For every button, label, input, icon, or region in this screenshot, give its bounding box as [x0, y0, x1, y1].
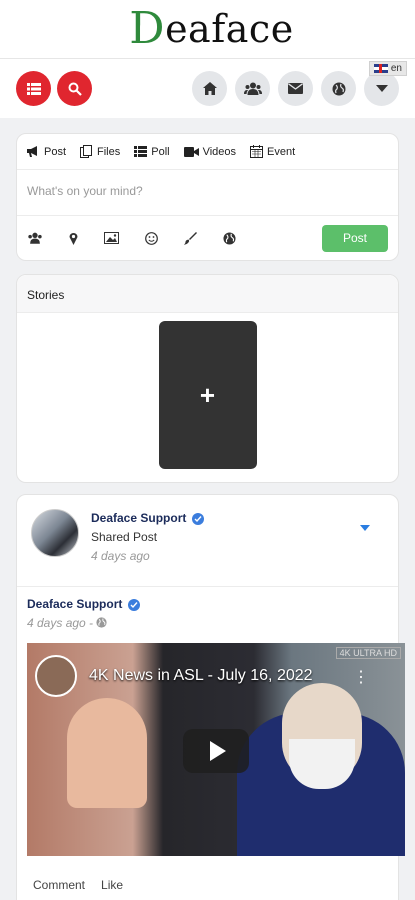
hand-icon — [140, 15, 151, 41]
video-player[interactable]: 4K News in ASL - July 16, 2022 ⋮ 4K ULTR… — [27, 643, 405, 856]
calendar-icon — [250, 145, 264, 158]
verified-icon — [192, 512, 205, 525]
post-time[interactable]: 4 days ago — [91, 547, 204, 566]
more-button[interactable] — [364, 71, 399, 106]
caret-down-icon — [375, 84, 388, 92]
plus-icon: + — [199, 379, 216, 410]
brush-icon[interactable] — [184, 231, 197, 245]
location-icon[interactable] — [69, 232, 78, 245]
status-input[interactable]: What's on your mind? — [17, 170, 398, 216]
shared-author[interactable]: Deaface Support — [27, 595, 388, 614]
home-icon — [202, 82, 217, 95]
composer-card: Post Files Poll Videos Event What's on y… — [16, 133, 399, 261]
video-icon — [183, 146, 199, 157]
type-videos-label: Videos — [202, 145, 237, 158]
emoji-icon[interactable] — [145, 231, 158, 245]
shared-author-name: Deaface Support — [27, 597, 123, 611]
video-title[interactable]: 4K News in ASL - July 16, 2022 — [89, 667, 313, 685]
type-poll-label: Poll — [151, 145, 170, 158]
messages-button[interactable] — [278, 71, 313, 106]
top-nav: en — [0, 58, 415, 118]
composer-tools: Post — [17, 216, 398, 260]
nav-actions — [192, 71, 399, 106]
stories-card: Stories + — [16, 274, 399, 483]
type-event-label: Event — [267, 145, 296, 158]
type-videos[interactable]: Videos — [183, 145, 237, 158]
logo-text: eaface — [165, 7, 294, 51]
shared-time: 4 days ago - — [27, 614, 388, 633]
users-icon[interactable] — [27, 232, 43, 244]
post-meta: Deaface Support Shared Post 4 days ago — [91, 509, 205, 572]
stories-section: Stories + — [0, 274, 415, 483]
video-menu-icon[interactable]: ⋮ — [353, 667, 369, 687]
post-header: Deaface Support Shared Post 4 days ago — [17, 495, 398, 587]
video-hd-badge: 4K ULTRA HD — [335, 647, 401, 659]
search-icon — [68, 82, 82, 96]
mail-icon — [288, 83, 303, 94]
logo-initial: D — [129, 7, 165, 51]
users-icon — [243, 82, 262, 95]
post-actions: Comment Like — [17, 878, 398, 892]
globe-icon — [332, 82, 345, 95]
type-event[interactable]: Event — [250, 145, 295, 158]
language-selector[interactable]: en — [368, 61, 407, 76]
type-post[interactable]: Post — [27, 146, 66, 158]
friends-button[interactable] — [235, 71, 270, 106]
menu-button[interactable] — [16, 71, 51, 106]
home-button[interactable] — [192, 71, 227, 106]
add-story-button[interactable]: + — [158, 321, 257, 469]
post-card: Deaface Support Shared Post 4 days ago D… — [16, 494, 405, 900]
search-button[interactable] — [57, 71, 92, 106]
post-author-name: Deaface Support — [91, 511, 187, 525]
logo[interactable]: D eaface — [129, 7, 294, 52]
type-files-label: Files — [97, 145, 121, 158]
poll-icon — [134, 146, 148, 157]
files-icon — [80, 145, 93, 158]
list-icon — [26, 82, 41, 95]
globe-icon[interactable] — [223, 231, 236, 245]
image-icon[interactable] — [104, 232, 119, 244]
composer-section: Post Files Poll Videos Event What's on y… — [0, 133, 415, 262]
feed-post: Deaface Support Shared Post 4 days ago D… — [0, 494, 415, 900]
globe-icon — [96, 617, 107, 628]
post-button[interactable]: Post — [322, 224, 388, 252]
avatar[interactable] — [31, 509, 79, 557]
post-type-bar: Post Files Poll Videos Event — [17, 134, 398, 170]
channel-avatar[interactable] — [35, 655, 77, 697]
post-author[interactable]: Deaface Support — [91, 509, 205, 528]
logo-bar: D eaface — [0, 0, 415, 58]
verified-icon — [128, 598, 141, 611]
comment-button[interactable]: Comment — [33, 878, 85, 892]
type-poll[interactable]: Poll — [134, 145, 170, 158]
post-kind: Shared Post — [91, 530, 158, 544]
like-button[interactable]: Like — [101, 878, 123, 892]
post-button-label: Post — [342, 231, 367, 245]
shared-time-text[interactable]: 4 days ago - — [27, 616, 93, 630]
megaphone-icon — [27, 146, 37, 157]
post-options-caret-icon[interactable] — [360, 525, 370, 531]
type-post-label: Post — [44, 145, 67, 158]
video-frame-person-left — [67, 698, 147, 808]
play-button[interactable] — [183, 729, 249, 773]
type-files[interactable]: Files — [80, 145, 120, 158]
shared-post: Deaface Support 4 days ago - — [17, 587, 398, 633]
globe-button[interactable] — [321, 71, 356, 106]
status-placeholder: What's on your mind? — [27, 184, 143, 198]
language-label: en — [390, 63, 402, 74]
stories-title: Stories — [17, 275, 398, 313]
uk-flag-icon — [373, 64, 388, 73]
